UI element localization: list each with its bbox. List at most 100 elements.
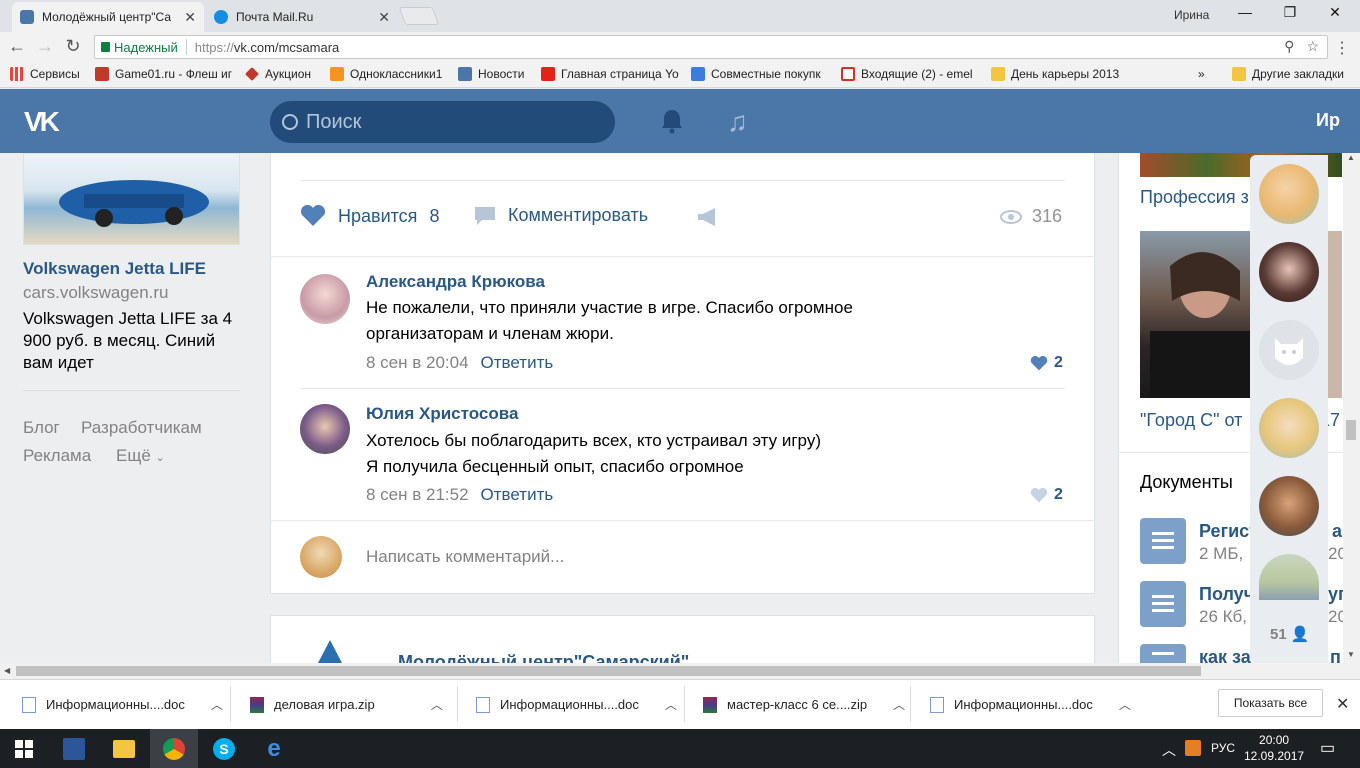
header-user-name[interactable]: Ир <box>1316 110 1340 131</box>
download-item[interactable]: Информационны....doc ︿ <box>22 696 223 713</box>
bookmark-youtube[interactable]: Главная страница Yo <box>541 67 681 81</box>
reply-link[interactable]: Ответить <box>481 485 554 505</box>
url-text[interactable]: https://vk.com/mcsamara <box>195 40 340 55</box>
scroll-left-arrow-icon[interactable]: ◀ <box>4 666 10 675</box>
reload-icon[interactable]: ↻ <box>62 36 84 57</box>
chevron-up-icon[interactable]: ︿ <box>665 696 677 713</box>
document-title[interactable]: Получ <box>1199 584 1254 605</box>
my-avatar[interactable] <box>300 536 342 578</box>
chevron-up-icon[interactable]: ︿ <box>1119 696 1131 713</box>
blog-link[interactable]: Блог <box>23 418 60 438</box>
developers-link[interactable]: Разработчикам <box>81 418 202 438</box>
vertical-scrollbar[interactable] <box>1343 153 1360 663</box>
ad-image[interactable] <box>23 153 240 245</box>
security-indicator[interactable]: Надежный <box>101 40 178 55</box>
comment-like-button[interactable]: 2 <box>1030 354 1063 372</box>
chevron-up-icon[interactable]: ︿ <box>431 696 443 713</box>
chevron-up-icon[interactable]: ︿ <box>211 696 223 713</box>
document-title[interactable]: как за <box>1199 647 1251 663</box>
comment-author[interactable]: Юлия Христосова <box>366 404 518 424</box>
bookmark-inbox[interactable]: Входящие (2) - emel <box>841 67 981 81</box>
minimize-button[interactable]: — <box>1230 4 1260 20</box>
browser-menu-icon[interactable]: ⋮ <box>1334 38 1350 58</box>
tray-app-icon[interactable] <box>1185 740 1201 756</box>
commenter-avatar[interactable] <box>300 274 350 324</box>
taskbar-explorer[interactable] <box>100 729 148 768</box>
close-window-button[interactable]: ✕ <box>1320 4 1350 21</box>
bookmark-game01[interactable]: Game01.ru - Флеш иг <box>95 67 235 81</box>
bookmarks-overflow-button[interactable]: » <box>1198 67 1205 81</box>
scrollbar-thumb[interactable] <box>1346 420 1356 440</box>
document-icon[interactable] <box>1140 644 1186 663</box>
group-logo[interactable] <box>312 638 352 663</box>
bookmark-odnoklassniki[interactable]: Одноклассники1 <box>330 67 442 81</box>
video-link[interactable]: Профессия з <box>1140 187 1250 208</box>
ads-link[interactable]: Реклама <box>23 446 91 466</box>
friend-avatar[interactable] <box>1259 398 1319 458</box>
reply-link[interactable]: Ответить <box>481 353 554 373</box>
show-all-downloads-button[interactable]: Показать все <box>1218 689 1323 717</box>
bookmark-career-day[interactable]: День карьеры 2013 <box>991 67 1119 81</box>
bell-icon[interactable] <box>660 108 684 134</box>
bookmark-services[interactable]: Сервисы <box>10 67 80 81</box>
download-item[interactable]: Информационны....doc ︿ <box>476 696 677 713</box>
ad-text[interactable]: Volkswagen Jetta LIFE за 4 900 руб. в ме… <box>23 308 243 374</box>
music-icon[interactable]: ♫ <box>727 106 748 138</box>
start-button[interactable] <box>0 729 48 768</box>
tray-chevron-up-icon[interactable]: ︿ <box>1162 740 1176 760</box>
document-icon[interactable] <box>1140 581 1186 627</box>
browser-profile-name[interactable]: Ирина <box>1174 8 1209 22</box>
star-icon[interactable]: ☆ <box>1306 38 1319 55</box>
taskbar-word[interactable] <box>50 729 98 768</box>
close-icon[interactable]: ✕ <box>1336 694 1349 714</box>
friend-avatar[interactable] <box>1259 476 1319 536</box>
taskbar-edge[interactable]: e <box>250 729 298 768</box>
comment-time[interactable]: 8 сен в 20:04 <box>366 353 469 373</box>
document-icon[interactable] <box>1140 518 1186 564</box>
notifications-icon[interactable]: ▭ <box>1320 738 1335 758</box>
search-input[interactable]: Поиск <box>270 101 615 143</box>
taskbar-skype[interactable]: S <box>200 729 248 768</box>
comment-like-button[interactable]: 2 <box>1030 486 1063 504</box>
back-arrow-icon[interactable]: ← <box>6 36 28 57</box>
input-language[interactable]: РУС <box>1211 741 1235 755</box>
vk-logo[interactable]: VK <box>24 106 60 138</box>
ad-url[interactable]: cars.volkswagen.ru <box>23 283 169 303</box>
download-item[interactable]: деловая игра.zip ︿ <box>250 696 443 713</box>
download-item[interactable]: мастер-класс 6 се....zip ︿ <box>703 696 905 713</box>
more-link[interactable]: Ещё ⌄ <box>116 446 165 466</box>
bookmark-other[interactable]: Другие закладки <box>1232 67 1344 81</box>
close-icon[interactable]: ✕ <box>184 9 196 26</box>
commenter-avatar[interactable] <box>300 404 350 454</box>
video-thumbnail[interactable] <box>1140 231 1250 398</box>
tab-vk[interactable]: Молодёжный центр"Са ✕ <box>12 2 204 32</box>
friend-avatar[interactable] <box>1259 164 1319 224</box>
taskbar-chrome[interactable] <box>150 729 198 768</box>
scrollbar-thumb[interactable] <box>16 666 1201 676</box>
comment-time[interactable]: 8 сен в 21:52 <box>366 485 469 505</box>
scroll-up-arrow-icon[interactable]: ▲ <box>1347 153 1355 162</box>
share-megaphone-icon[interactable] <box>696 207 718 227</box>
video-link[interactable]: "Город С" от <box>1140 410 1242 431</box>
scroll-down-arrow-icon[interactable]: ▼ <box>1347 650 1355 659</box>
documents-heading[interactable]: Документы <box>1140 472 1233 493</box>
document-title-tail[interactable]: а <box>1332 521 1342 542</box>
comment-button[interactable]: Комментировать <box>474 205 648 226</box>
ad-title[interactable]: Volkswagen Jetta LIFE <box>23 259 206 279</box>
download-item[interactable]: Информационны....doc ︿ <box>930 696 1131 713</box>
next-post-author[interactable]: Молодёжный центр"Самарский" <box>398 652 689 663</box>
chevron-up-icon[interactable]: ︿ <box>893 696 905 713</box>
maximize-button[interactable]: ❐ <box>1275 4 1305 21</box>
system-clock[interactable]: 20:00 12.09.2017 <box>1244 732 1304 764</box>
friend-avatar[interactable] <box>1259 320 1319 380</box>
friend-avatar[interactable] <box>1259 242 1319 302</box>
document-title-tail[interactable]: п <box>1330 647 1341 663</box>
like-button[interactable]: Нравится 8 <box>300 205 439 227</box>
new-tab-button[interactable] <box>398 7 440 25</box>
bookmark-news[interactable]: Новости <box>458 67 524 81</box>
address-bar[interactable]: Надежный https://vk.com/mcsamara ⚲ ☆ <box>94 35 1328 59</box>
friends-online-count[interactable]: 51 👤 <box>1270 625 1310 643</box>
bookmark-auction[interactable]: Аукцион <box>245 67 311 81</box>
close-icon[interactable]: ✕ <box>378 9 390 26</box>
tab-mail[interactable]: Почта Mail.Ru ✕ <box>206 2 398 32</box>
